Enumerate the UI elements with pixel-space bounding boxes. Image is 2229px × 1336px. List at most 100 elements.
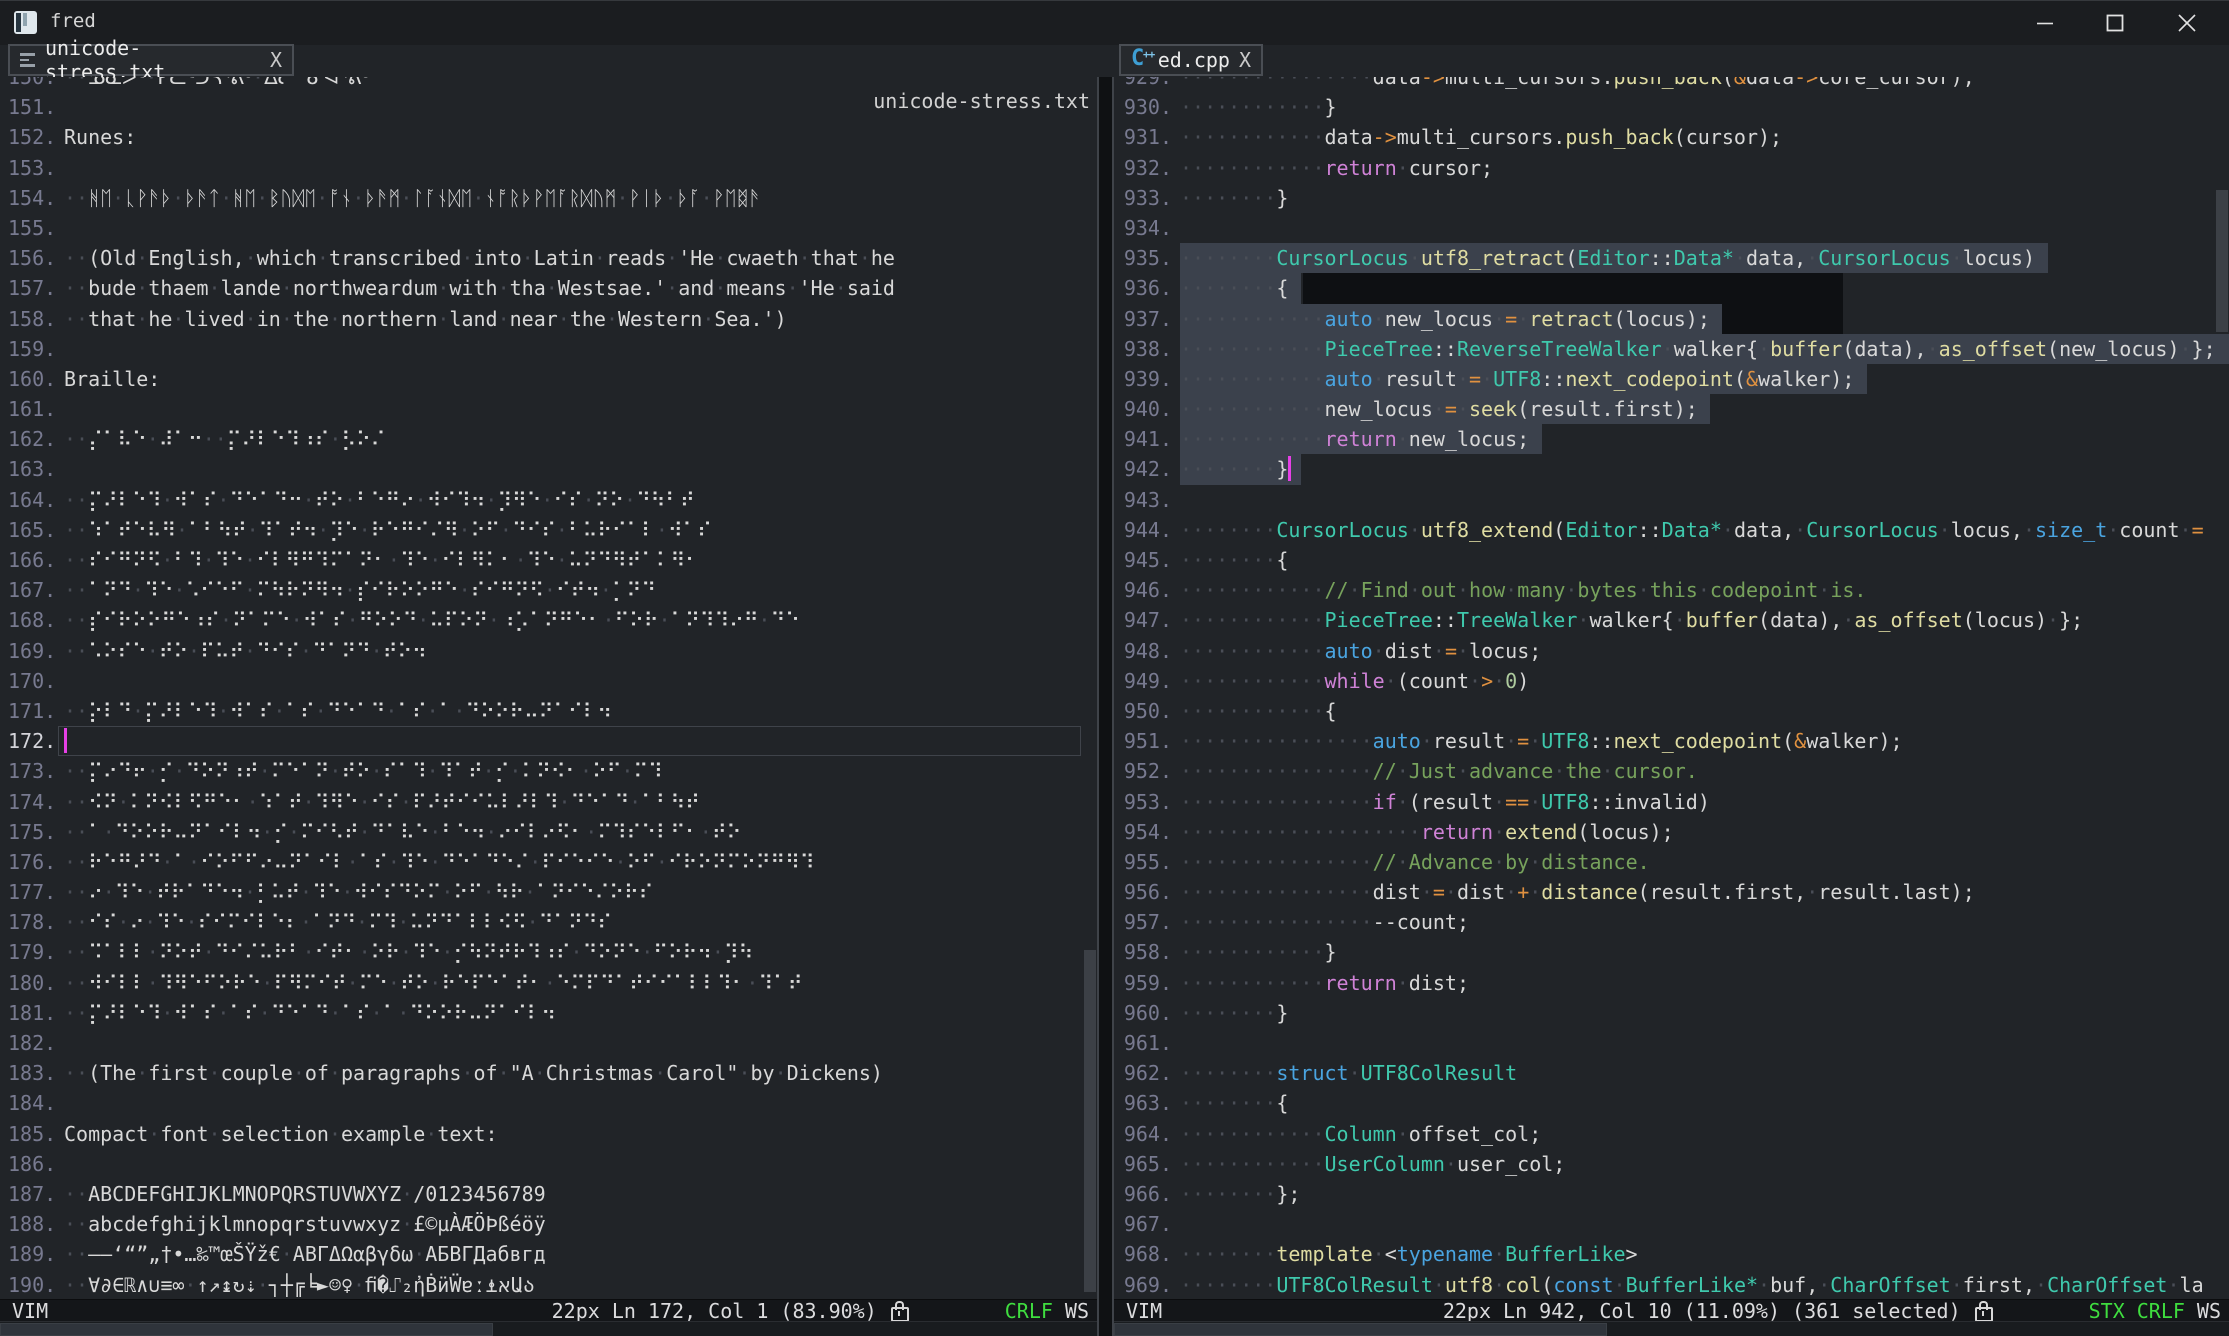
code-line[interactable]: 189.··–—‘“”„†•…‰™œŠŸž€·ΑΒΓΔΩαβγδω·АБВГДа…: [0, 1239, 1097, 1269]
code-line[interactable]: 166.··⠎⠊⠛⠝⠫·⠃⠹·⠹⠑·⠊⠇⠻⠛⠹⠍⠁⠝⠂·⠹⠑·⠊⠇⠻⠅⠂·⠹⠑·…: [0, 545, 1097, 575]
scrollbar-thumb[interactable]: [1114, 1323, 1607, 1336]
code-line[interactable]: 178.··⠊⠎·⠔·⠹⠑·⠎⠊⠍⠊⠇⠑⠆·⠁⠝⠙·⠍⠹·⠥⠝⠙⠁⠇⠇⠪⠫·⠙⠁…: [0, 907, 1097, 937]
code-line[interactable]: 944.········CursorLocus·utf8_extend(Edit…: [1114, 515, 2229, 545]
code-line[interactable]: 171.··⡕⠇⠙·⡍⠜⠇⠑⠹·⠺⠁⠎·⠁⠎·⠙⠑⠁⠙·⠁⠎·⠁·⠙⠕⠕⠗⠤⠝⠁…: [0, 696, 1097, 726]
code-line[interactable]: 940.············new_locus·=·seek(result.…: [1114, 394, 2229, 424]
code-line[interactable]: 938.············PieceTree::ReverseTreeWa…: [1114, 334, 2229, 364]
code-line[interactable]: 947.············PieceTree::TreeWalker·wa…: [1114, 605, 2229, 635]
scrollbar-thumb[interactable]: [0, 1323, 493, 1336]
code-line[interactable]: 173.··⡍⠔⠙⠖·⡊·⠙⠕⠝⠰⠞·⠍⠑⠁⠝·⠞⠕·⠎⠁⠹·⠹⠁⠞·⡊·⠅⠝⠪…: [0, 756, 1097, 786]
code-line[interactable]: 156.··(Old·English,·which·transcribed·in…: [0, 243, 1097, 273]
code-line[interactable]: 961.: [1114, 1028, 2229, 1058]
code-line[interactable]: 164.··⡍⠜⠇⠑⠹·⠺⠁⠎·⠙⠑⠁⠙⠒·⠞⠕·⠃⠑⠛⠔·⠺⠊⠹⠲·⡹⠻⠑·⠊…: [0, 485, 1097, 515]
code-line[interactable]: 942.········}: [1114, 454, 2229, 484]
code-line[interactable]: 962.········struct·UTF8ColResult: [1114, 1058, 2229, 1088]
code-line[interactable]: 968.········template·<typename·BufferLik…: [1114, 1239, 2229, 1269]
editor-pane-right[interactable]: 929.················data->multi_cursors.…: [1114, 77, 2229, 1299]
code-line[interactable]: 929.················data->multi_cursors.…: [1114, 77, 2229, 92]
code-line[interactable]: 934.: [1114, 213, 2229, 243]
code-line[interactable]: 186.: [0, 1149, 1097, 1179]
code-line[interactable]: 957.················--count;: [1114, 907, 2229, 937]
code-line[interactable]: 182.: [0, 1028, 1097, 1058]
pane-divider[interactable]: [1097, 77, 1114, 1336]
code-line[interactable]: 966.········};: [1114, 1179, 2229, 1209]
line-text: ········CursorLocus·utf8_extend(Editor::…: [1180, 518, 2204, 542]
code-line[interactable]: 967.: [1114, 1209, 2229, 1239]
code-line[interactable]: 937.············auto·new_locus·=·retract…: [1114, 304, 2229, 334]
code-line[interactable]: 172.: [0, 726, 1097, 756]
code-line[interactable]: 185.Compact·font·selection·example·text:: [0, 1119, 1097, 1149]
code-line[interactable]: 187.··ABCDEFGHIJKLMNOPQRSTUVWXYZ·/012345…: [0, 1179, 1097, 1209]
code-line[interactable]: 954.····················return·extend(lo…: [1114, 817, 2229, 847]
code-line[interactable]: 945.········{: [1114, 545, 2229, 575]
code-line[interactable]: 932.············return·cursor;: [1114, 153, 2229, 183]
code-line[interactable]: 955.················//·Advance·by·distan…: [1114, 847, 2229, 877]
code-line[interactable]: 177.··⠔·⠹⠑·⠞⠗⠁⠙⠑⠲·⡃⠥⠞·⠹⠑·⠺⠊⠎⠙⠕⠍·⠕⠋·⠳⠗·⠁⠝…: [0, 877, 1097, 907]
code-line[interactable]: 956.················dist·=·dist·+·distan…: [1114, 877, 2229, 907]
code-line[interactable]: 181.··⡍⠜⠇⠑⠹·⠺⠁⠎·⠁⠎·⠙⠑⠁⠙·⠁⠎·⠁·⠙⠕⠕⠗⠤⠝⠁⠊⠇⠲: [0, 998, 1097, 1028]
code-line[interactable]: 160.Braille:: [0, 364, 1097, 394]
tab-close-icon[interactable]: X: [1239, 48, 1251, 72]
code-line[interactable]: 931.············data->multi_cursors.push…: [1114, 122, 2229, 152]
code-line[interactable]: 158.··that·he·lived·in·the·northern·land…: [0, 304, 1097, 334]
code-line[interactable]: 161.: [0, 394, 1097, 424]
code-line[interactable]: 183.··(The·first·couple·of·paragraphs·of…: [0, 1058, 1097, 1088]
code-line[interactable]: 162.··⡌⠁⠧⠑·⠼⠁⠒··⡍⠜⠇⠑⠹⠰⠎·⡣⠕⠌: [0, 424, 1097, 454]
code-line[interactable]: 184.: [0, 1088, 1097, 1118]
code-line[interactable]: 155.: [0, 213, 1097, 243]
code-line[interactable]: 175.··⠁·⠙⠕⠕⠗⠤⠝⠁⠊⠇⠲·⡊·⠍⠊⠣⠞·⠙⠁⠧⠑·⠃⠑⠲·⠔⠊⠇⠔⠫…: [0, 817, 1097, 847]
code-line[interactable]: 950.············{: [1114, 696, 2229, 726]
horizontal-scrollbar-left[interactable]: [0, 1321, 1097, 1336]
code-line[interactable]: 930.············}: [1114, 92, 2229, 122]
maximize-button[interactable]: [2092, 7, 2138, 39]
code-line[interactable]: 948.············auto·dist·=·locus;: [1114, 636, 2229, 666]
code-line[interactable]: 941.············return·new_locus;: [1114, 424, 2229, 454]
scrollbar-thumb[interactable]: [1084, 950, 1096, 1292]
vertical-scrollbar-right[interactable]: [2215, 77, 2229, 1299]
code-line[interactable]: 167.··⠁⠝⠙·⠹⠑·⠡⠊⠑⠋·⠍⠳⠗⠝⠻⠲·⡎⠊⠗⠕⠕⠛⠑·⠎⠊⠛⠝⠫·⠊…: [0, 575, 1097, 605]
code-line[interactable]: 949.············while·(count·>·0): [1114, 666, 2229, 696]
code-line[interactable]: 154.··ᚻᛖ·ᚳᚹᚫᚦ·ᚦᚫᛏ·ᚻᛖ·ᛒᚢᛞᛖ·ᚩᚾ·ᚦᚫᛗ·ᛚᚪᚾᛞᛖ·ᚾ…: [0, 183, 1097, 213]
title-bar[interactable]: fred: [0, 0, 2229, 45]
tab-close-icon[interactable]: X: [270, 48, 282, 72]
code-line[interactable]: 946.············//·Find·out·how·many·byt…: [1114, 575, 2229, 605]
code-line[interactable]: 969.········UTF8ColResult·utf8·col(const…: [1114, 1270, 2229, 1300]
code-line[interactable]: 943.: [1114, 485, 2229, 515]
code-line[interactable]: 190.··∀∂∈ℝ∧∪≡∞·↑↗↨↻⇣·┐┼╔╘►☺♀·ﬁ�⑀₂ἠḂӥẄɐː⍎…: [0, 1270, 1097, 1300]
tab-ed-cpp[interactable]: C++ ed.cpp X: [1119, 44, 1263, 76]
code-line[interactable]: 165.··⠱⠁⠞⠑⠧⠻·⠁⠃⠳⠞·⠹⠁⠞⠲·⡹⠑·⠗⠑⠛⠊⠌⠻·⠕⠋·⠙⠊⠎·…: [0, 515, 1097, 545]
code-line[interactable]: 958.············}: [1114, 937, 2229, 967]
code-line[interactable]: 163.: [0, 454, 1097, 484]
code-line[interactable]: 959.············return·dist;: [1114, 968, 2229, 998]
close-button[interactable]: [2164, 7, 2210, 39]
code-line[interactable]: 174.··⠪⠝·⠅⠝⠪⠇⠫⠛⠑⠂·⠱⠁⠞·⠹⠻⠑·⠊⠎·⠏⠜⠞⠊⠊⠥⠇⠜⠇⠹·…: [0, 787, 1097, 817]
tab-unicode-stress[interactable]: unicode-stress.txt X: [8, 44, 294, 76]
vertical-scrollbar-left[interactable]: [1083, 77, 1097, 1299]
code-line[interactable]: 170.: [0, 666, 1097, 696]
code-line[interactable]: 960.········}: [1114, 998, 2229, 1028]
code-line[interactable]: 169.··⠡⠕⠎⠑·⠞⠕·⠏⠥⠞·⠙⠊⠎·⠙⠁⠝⠙·⠞⠕⠲: [0, 636, 1097, 666]
editor-pane-left[interactable]: 150.··ᓄᓇᕗᑦ·ᓯᓚᑦᑐᓴᕐᕕᒃ·ᐃᓕᓐᓂᐊᕐᕕᒃ151.152.Rune…: [0, 77, 1097, 1299]
code-line[interactable]: 176.··⠗⠑⠛⠜⠙·⠁·⠊⠕⠋⠋⠔⠤⠝⠁⠊⠇·⠁⠎·⠹⠑·⠙⠑⠁⠙⠑⠌·⠏⠊…: [0, 847, 1097, 877]
code-line[interactable]: 179.··⠩⠁⠇⠇·⠝⠕⠞·⠙⠊⠌⠥⠗⠃·⠊⠞⠂·⠕⠗·⠹⠑·⡊⠳⠝⠞⠗⠹⠰⠎…: [0, 937, 1097, 967]
code-line[interactable]: 188.··abcdefghijklmnopqrstuvwxyz·£©µÀÆÖÞ…: [0, 1209, 1097, 1239]
code-line[interactable]: 951.················auto·result·=·UTF8::…: [1114, 726, 2229, 756]
code-line[interactable]: 159.: [0, 334, 1097, 364]
code-line[interactable]: 964.············Column·offset_col;: [1114, 1119, 2229, 1149]
code-line[interactable]: 965.············UserColumn·user_col;: [1114, 1149, 2229, 1179]
code-line[interactable]: 180.··⠺⠊⠇⠇·⠹⠻⠑⠋⠕⠗⠑·⠏⠻⠍⠊⠞·⠍⠑·⠞⠕·⠗⠑⠏⠑⠁⠞⠂·⠑…: [0, 968, 1097, 998]
code-line[interactable]: 936.········{: [1114, 273, 2229, 303]
minimize-button[interactable]: [2022, 7, 2068, 39]
code-line[interactable]: 157.··bude·thaem·lande·northweardum·with…: [0, 273, 1097, 303]
code-line[interactable]: 963.········{: [1114, 1088, 2229, 1118]
horizontal-scrollbar-right[interactable]: [1114, 1321, 2229, 1336]
code-line[interactable]: 152.Runes:: [0, 122, 1097, 152]
code-line[interactable]: 933.········}: [1114, 183, 2229, 213]
code-line[interactable]: 939.············auto·result·=·UTF8::next…: [1114, 364, 2229, 394]
code-line[interactable]: 168.··⡎⠊⠗⠕⠕⠛⠑⠰⠎·⠝⠁⠍⠑·⠺⠁⠎·⠛⠕⠕⠙·⠥⠏⠕⠝·⠰⡡⠁⠝⠛…: [0, 605, 1097, 635]
code-line[interactable]: 935.········CursorLocus·utf8_retract(Edi…: [1114, 243, 2229, 273]
code-line[interactable]: 153.: [0, 153, 1097, 183]
scrollbar-thumb[interactable]: [2216, 190, 2228, 332]
code-line[interactable]: 953.················if·(result·==·UTF8::…: [1114, 787, 2229, 817]
code-line[interactable]: 952.················//·Just·advance·the·…: [1114, 756, 2229, 786]
